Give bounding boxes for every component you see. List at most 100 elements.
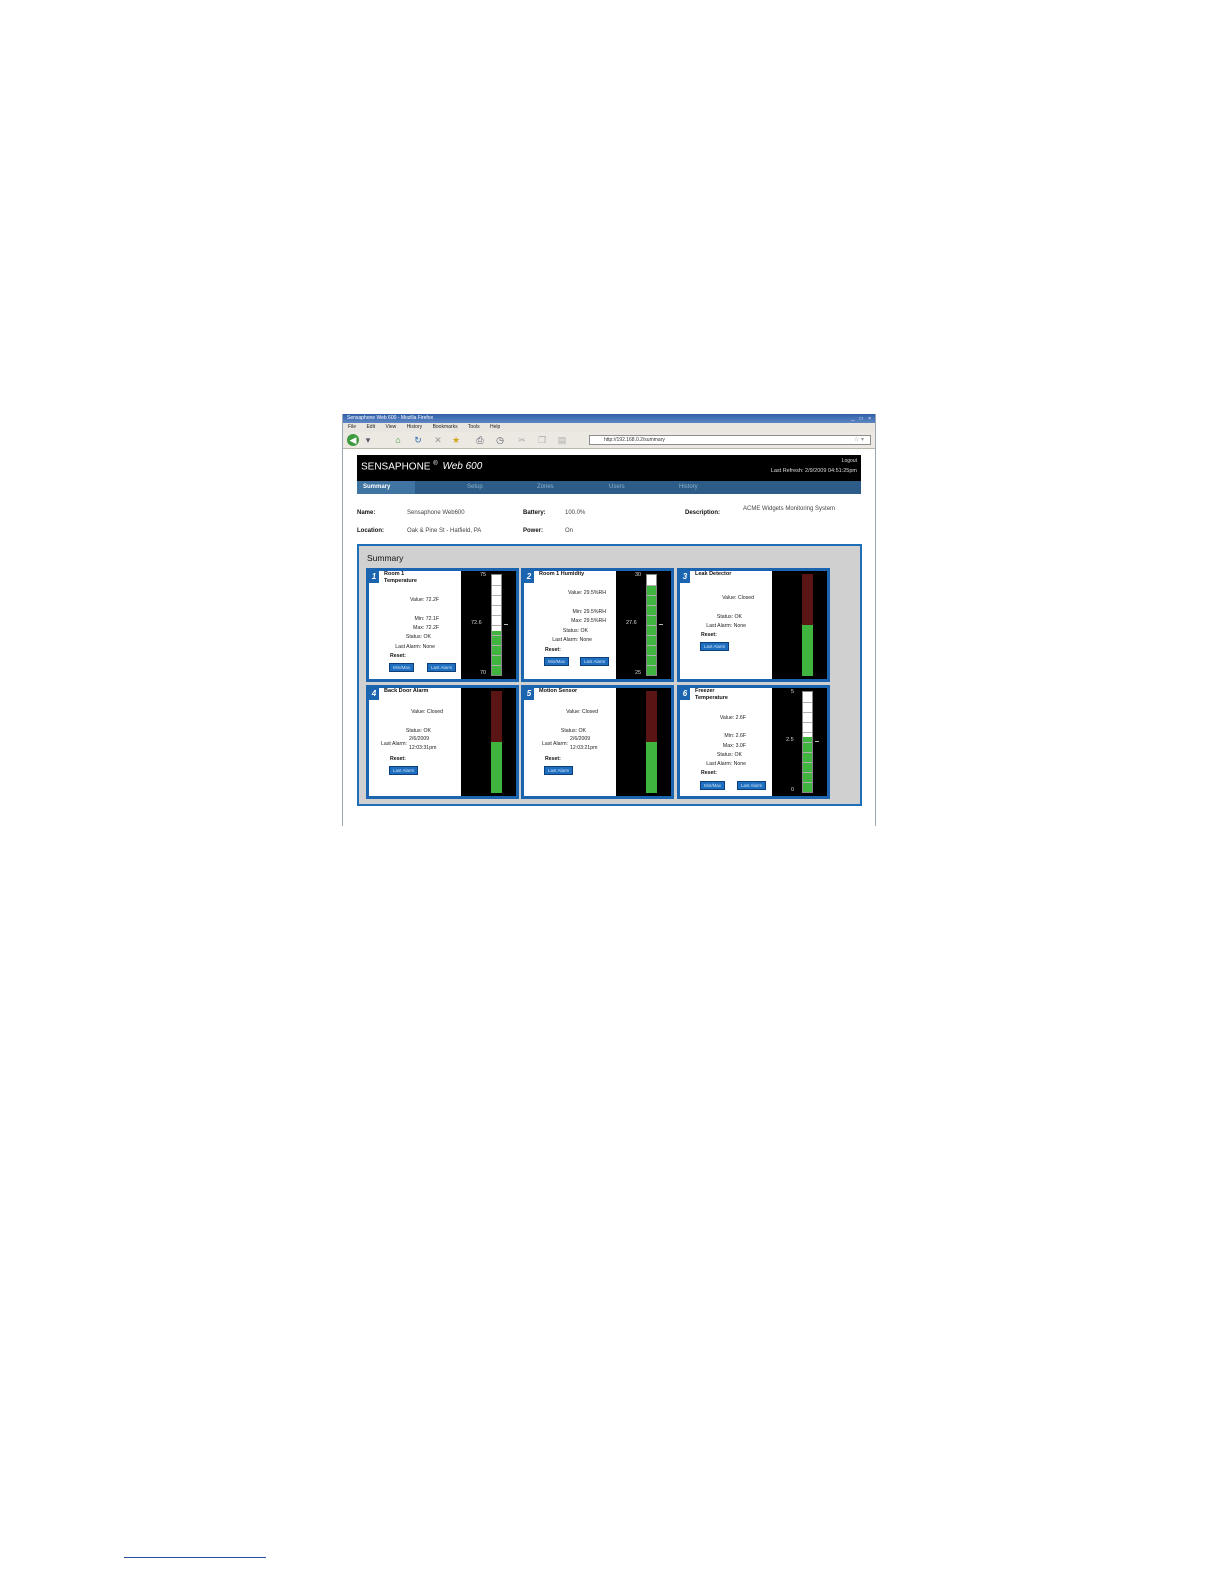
gauge-min-label: 25 bbox=[635, 670, 642, 676]
gauge-segment-line bbox=[492, 655, 501, 656]
menu-edit[interactable]: Edit bbox=[366, 424, 375, 430]
zone-name: Leak Detector bbox=[695, 571, 732, 577]
gauge-segment-line bbox=[647, 595, 656, 596]
menu-help[interactable]: Help bbox=[490, 424, 500, 430]
zone-card-1: 1 Room 1 Temperature Value: 72.2F Min: 7… bbox=[366, 568, 519, 682]
tab-users[interactable]: Users bbox=[609, 481, 625, 494]
url-bar[interactable]: http://192.168.0.2/summary ☆ ▾ bbox=[589, 435, 871, 445]
zone-max: Max: 3.0F bbox=[722, 743, 746, 749]
history-dropdown-icon[interactable]: ▾ bbox=[363, 435, 373, 445]
reset-minmax-button[interactable]: Min/Max bbox=[544, 657, 570, 666]
gauge-segment-line bbox=[492, 665, 501, 666]
tab-history[interactable]: History bbox=[679, 481, 698, 494]
menu-file[interactable]: File bbox=[348, 424, 356, 430]
url-text: http://192.168.0.2/summary bbox=[604, 437, 665, 443]
zone-card-4: 4 Back Door Alarm Value: Closed Status: … bbox=[366, 685, 519, 799]
gauge-segment-line bbox=[803, 782, 812, 783]
gauge-segment-line bbox=[647, 605, 656, 606]
gauge-max-label: 30 bbox=[635, 572, 642, 578]
gauge-segment-line bbox=[647, 585, 656, 586]
power-value: On bbox=[565, 528, 574, 534]
zone-number: 6 bbox=[680, 688, 690, 700]
clock-icon[interactable]: ◷ bbox=[495, 435, 505, 445]
zone-last-alarm: Last Alarm: None bbox=[552, 637, 592, 643]
gauge-current-label: 27.6 bbox=[626, 620, 637, 626]
gauge-segment-line bbox=[803, 712, 812, 713]
zone-number: 4 bbox=[369, 688, 379, 700]
copy-icon[interactable]: ❐ bbox=[537, 435, 547, 445]
zone-value: Value: Closed bbox=[722, 595, 754, 601]
logout-link[interactable]: Logout bbox=[842, 458, 857, 464]
zone-min: Min: 72.1F bbox=[414, 616, 439, 622]
tab-summary[interactable]: Summary bbox=[357, 481, 415, 494]
gauge-min-label: 0 bbox=[791, 787, 795, 793]
zone-name: Room 1 Temperature bbox=[384, 571, 417, 584]
reset-minmax-button[interactable]: Min/Max bbox=[389, 663, 415, 672]
browser-screenshot: Sensaphone Web 600 - Mozilla Firefox _ □… bbox=[342, 414, 876, 826]
zone-last-alarm-label: Last Alarm: bbox=[542, 741, 568, 747]
gauge-segment-line bbox=[492, 625, 501, 626]
bookmark-star-icon[interactable]: ☆ ▾ bbox=[854, 436, 864, 444]
reset-last-alarm-button[interactable]: Last Alarm bbox=[427, 663, 457, 672]
gauge-fill bbox=[647, 585, 656, 675]
stop-icon[interactable]: ✕ bbox=[433, 435, 443, 445]
window-titlebar: Sensaphone Web 600 - Mozilla Firefox _ □… bbox=[343, 414, 875, 423]
gauge-tick bbox=[659, 624, 663, 625]
gauge-fill bbox=[492, 631, 501, 675]
gauge-current-label: 72.6 bbox=[471, 620, 482, 626]
reset-last-alarm-button[interactable]: Last Alarm bbox=[700, 642, 730, 651]
zone-status: Status: OK bbox=[716, 614, 742, 620]
zone-status: Status: OK bbox=[562, 628, 588, 634]
reset-minmax-button[interactable]: Min/Max bbox=[700, 781, 726, 790]
name-label: Name: bbox=[357, 510, 376, 516]
tab-setup[interactable]: Setup bbox=[467, 481, 483, 494]
brand-reg-mark: ® bbox=[433, 461, 438, 467]
menu-tools[interactable]: Tools bbox=[468, 424, 480, 430]
paste-icon[interactable]: ▤ bbox=[557, 435, 567, 445]
gauge-fill bbox=[491, 742, 502, 793]
zone-reset-label: Reset: bbox=[701, 632, 717, 638]
home-icon[interactable]: ⌂ bbox=[393, 435, 403, 445]
zone-last-alarm: Last Alarm: None bbox=[706, 623, 746, 629]
zone-value: Value: Closed bbox=[566, 709, 598, 715]
zone-last-alarm: Last Alarm: None bbox=[706, 761, 746, 767]
gauge-segment-line bbox=[647, 635, 656, 636]
bookmark-icon[interactable]: ★ bbox=[451, 435, 461, 445]
menu-bookmarks[interactable]: Bookmarks bbox=[433, 424, 458, 430]
gauge-max-label: 75 bbox=[480, 572, 487, 578]
menu-history[interactable]: History bbox=[407, 424, 423, 430]
gauge-segment-line bbox=[803, 742, 812, 743]
zone-name: Room 1 Humidity bbox=[539, 571, 585, 577]
menu-view[interactable]: View bbox=[385, 424, 396, 430]
zone-last-alarm-label: Last Alarm: bbox=[381, 741, 407, 747]
location-value: Oak & Pine St - Hatfield, PA bbox=[407, 528, 482, 534]
zone-gauge: 30 27.6 25 bbox=[616, 571, 671, 679]
product-name: Web 600 bbox=[442, 461, 483, 473]
window-controls[interactable]: _ □ × bbox=[852, 415, 874, 424]
zone-last-alarm: Last Alarm: None bbox=[395, 644, 435, 650]
cut-icon[interactable]: ✂ bbox=[517, 435, 527, 445]
last-refresh: Last Refresh: 2/9/2009 04:51:25pm bbox=[770, 468, 857, 474]
reload-icon[interactable]: ↻ bbox=[413, 435, 423, 445]
reset-last-alarm-button[interactable]: Last Alarm bbox=[737, 781, 767, 790]
back-icon[interactable]: ◀ bbox=[347, 434, 359, 446]
summary-title: Summary bbox=[367, 553, 404, 563]
gauge-segment-line bbox=[647, 645, 656, 646]
print-icon[interactable]: ⎙ bbox=[475, 435, 485, 445]
zone-last-alarm-date: 2/6/2009 bbox=[409, 736, 430, 742]
zone-card-5: 5 Motion Sensor Value: Closed Status: OK… bbox=[521, 685, 674, 799]
reset-last-alarm-button[interactable]: Last Alarm bbox=[544, 766, 574, 775]
tab-zones[interactable]: Zones bbox=[537, 481, 554, 494]
gauge-current-label: 2.5 bbox=[786, 737, 794, 743]
gauge-segment-line bbox=[803, 722, 812, 723]
reset-last-alarm-button[interactable]: Last Alarm bbox=[580, 657, 610, 666]
gauge-bar bbox=[491, 691, 502, 793]
reset-last-alarm-button[interactable]: Last Alarm bbox=[389, 766, 419, 775]
zone-max: Max: 29.5%RH bbox=[571, 618, 606, 624]
zone-status: Status: OK bbox=[716, 752, 742, 758]
zone-reset-label: Reset: bbox=[545, 756, 561, 762]
brand-name: SENSAPHONE bbox=[361, 461, 431, 473]
gauge-segment-line bbox=[647, 625, 656, 626]
gauge-tick bbox=[504, 624, 508, 625]
gauge-segment-line bbox=[647, 665, 656, 666]
